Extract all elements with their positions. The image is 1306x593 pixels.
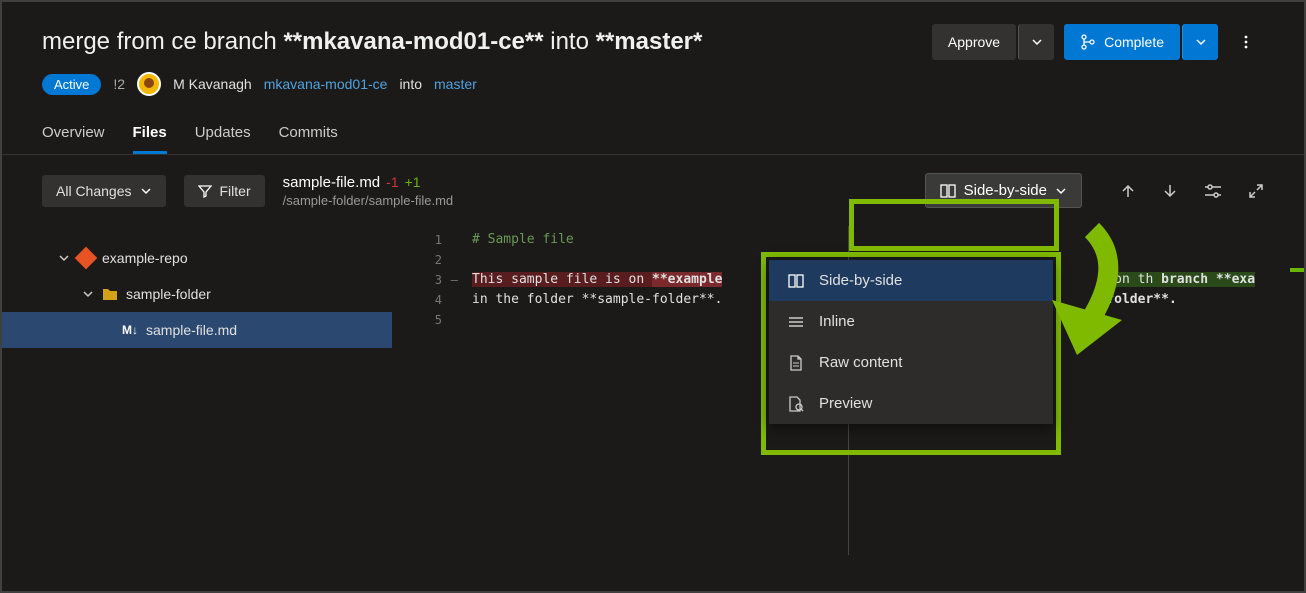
chevron-down-icon [1195, 36, 1207, 48]
settings-sliders-icon [1204, 183, 1222, 199]
view-mode-menu: Side-by-side Inline Raw content Preview [769, 260, 1053, 424]
complete-dropdown[interactable] [1182, 24, 1218, 60]
arrow-down-icon [1162, 183, 1178, 199]
tree-file[interactable]: M↓ sample-file.md [2, 312, 392, 348]
tab-files[interactable]: Files [133, 124, 167, 154]
source-branch-link[interactable]: mkavana-mod01-ce [264, 76, 388, 92]
settings-button[interactable] [1204, 183, 1222, 199]
file-name: sample-file.md [283, 174, 381, 191]
into-label: into [399, 76, 422, 92]
folder-icon [102, 287, 118, 301]
complete-button[interactable]: Complete [1064, 24, 1180, 60]
view-mode-button[interactable]: Side-by-side [925, 173, 1082, 208]
chevron-down-icon [140, 185, 152, 197]
target-branch-link[interactable]: master [434, 76, 477, 92]
minimap[interactable] [1290, 226, 1304, 555]
prev-diff-button[interactable] [1120, 183, 1136, 199]
menu-item-raw[interactable]: Raw content [769, 342, 1053, 383]
lines-icon [788, 315, 804, 329]
filter-button[interactable]: Filter [184, 175, 265, 207]
repo-icon [75, 247, 98, 270]
more-actions-button[interactable] [1228, 24, 1264, 60]
filter-icon [198, 184, 212, 198]
kebab-icon [1238, 34, 1254, 50]
approve-button[interactable]: Approve [932, 24, 1016, 60]
issue-count: !2 [113, 76, 125, 92]
tab-overview[interactable]: Overview [42, 124, 105, 154]
tab-commits[interactable]: Commits [279, 124, 338, 154]
markdown-icon: M↓ [122, 323, 138, 337]
avatar [137, 72, 161, 96]
diff-added-count: +1 [405, 174, 421, 190]
file-path: /sample-folder/sample-file.md [283, 193, 454, 208]
menu-item-preview[interactable]: Preview [769, 383, 1053, 424]
tree-label: sample-folder [126, 286, 211, 302]
approve-dropdown[interactable] [1018, 24, 1054, 60]
columns-icon [940, 184, 956, 198]
menu-item-inline[interactable]: Inline [769, 301, 1053, 342]
arrow-up-icon [1120, 183, 1136, 199]
diff-removed-count: -1 [386, 174, 398, 190]
tab-updates[interactable]: Updates [195, 124, 251, 154]
expand-icon [1248, 183, 1264, 199]
line-numbers: 1 2 3— 4 5 [392, 226, 442, 555]
all-changes-button[interactable]: All Changes [42, 175, 166, 207]
fullscreen-button[interactable] [1248, 183, 1264, 199]
chevron-down-icon [1031, 36, 1043, 48]
menu-item-side-by-side[interactable]: Side-by-side [769, 260, 1053, 301]
page-title: merge from ce branch **mkavana-mod01-ce*… [42, 28, 702, 56]
chevron-down-icon [82, 288, 94, 300]
merge-icon [1080, 34, 1096, 50]
chevron-down-icon [58, 252, 70, 264]
tree-folder[interactable]: sample-folder [2, 276, 392, 312]
file-tree: example-repo sample-folder M↓ sample-fil… [2, 226, 392, 555]
columns-icon [788, 274, 804, 288]
next-diff-button[interactable] [1162, 183, 1178, 199]
tree-repo[interactable]: example-repo [2, 240, 392, 276]
document-icon [789, 355, 803, 371]
preview-icon [788, 396, 804, 412]
tree-label: sample-file.md [146, 322, 237, 338]
tree-label: example-repo [102, 250, 188, 266]
status-badge: Active [42, 74, 101, 95]
chevron-down-icon [1055, 185, 1067, 197]
author-name: M Kavanagh [173, 76, 252, 92]
